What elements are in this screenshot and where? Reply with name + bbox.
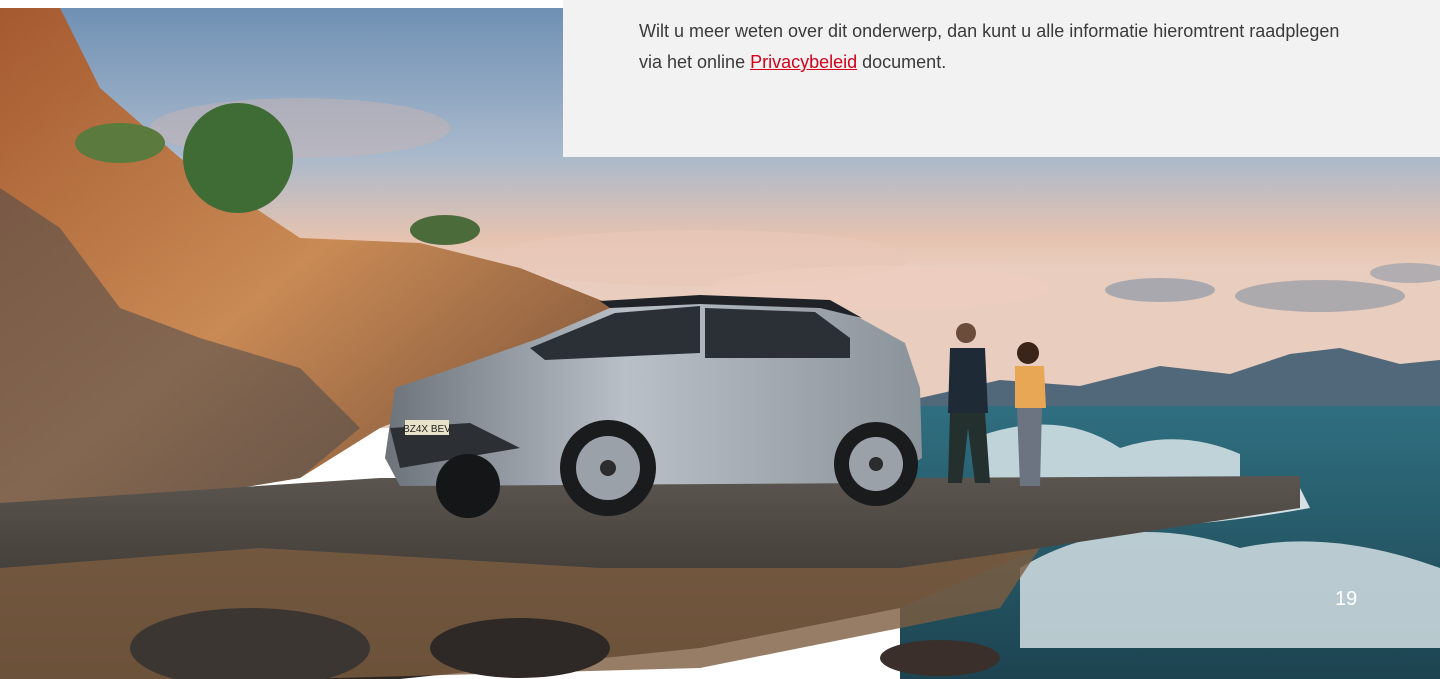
privacy-info-text-before: Wilt u meer weten over dit onderwerp, da… xyxy=(639,21,1340,72)
privacy-policy-link[interactable]: Privacybeleid xyxy=(750,52,857,72)
privacy-info-text: Wilt u meer weten over dit onderwerp, da… xyxy=(639,16,1359,78)
privacy-info-text-after: document. xyxy=(857,52,947,72)
privacy-info-box: Wilt u meer weten over dit onderwerp, da… xyxy=(563,0,1440,157)
license-plate-text: BZ4X BEV xyxy=(403,424,451,435)
page-number: 19 xyxy=(1335,588,1358,610)
